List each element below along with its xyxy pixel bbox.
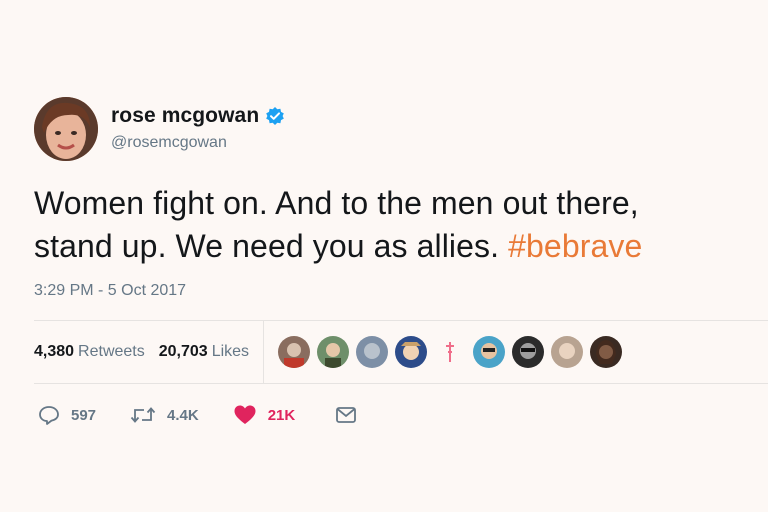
avatar[interactable] xyxy=(34,97,98,161)
tweet-header: rose mcgowan @rosemcgowan xyxy=(34,96,768,162)
tweet-text: Women fight on. And to the men out there… xyxy=(34,182,754,268)
display-name[interactable]: rose mcgowan xyxy=(111,104,259,128)
heart-icon xyxy=(233,404,257,426)
liker-avatar[interactable] xyxy=(512,336,545,368)
like-count: 21K xyxy=(267,406,296,424)
direct-message-button[interactable] xyxy=(335,404,357,426)
reply-button[interactable]: 597 xyxy=(38,404,96,426)
reply-count: 597 xyxy=(71,406,97,424)
liker-avatar[interactable] xyxy=(473,336,506,368)
tweet-text-line-1: Women fight on. And to the men out there… xyxy=(34,185,639,221)
engagement-stats: 4,380 Retweets 20,703 Likes xyxy=(34,321,768,383)
likes-count: 20,703 xyxy=(158,343,208,360)
user-handle[interactable]: @rosemcgowan xyxy=(111,134,285,152)
tweet-text-line-2-prefix: stand up. We need you as allies. xyxy=(34,228,509,264)
tweet-card: rose mcgowan @rosemcgowan Women fight on… xyxy=(34,96,768,446)
retweets-count: 4,380 xyxy=(34,343,75,360)
liker-avatars xyxy=(278,336,629,368)
tweet-text-line-2: stand up. We need you as allies. #bebrav… xyxy=(34,225,754,268)
reply-icon xyxy=(38,404,60,426)
mail-icon xyxy=(335,404,357,426)
liker-avatar[interactable] xyxy=(551,336,584,368)
stats-separator xyxy=(263,321,265,383)
liker-avatar[interactable] xyxy=(317,336,350,368)
like-button[interactable]: 21K xyxy=(233,404,296,426)
retweet-count: 4.4K xyxy=(167,406,199,424)
likes-stat[interactable]: 20,703 Likes xyxy=(159,343,249,361)
liker-avatar[interactable] xyxy=(278,336,311,368)
retweets-stat[interactable]: 4,380 Retweets xyxy=(34,343,145,361)
hashtag-link[interactable]: #bebrave xyxy=(508,228,642,264)
retweet-button[interactable]: 4.4K xyxy=(130,404,199,426)
liker-avatar[interactable] xyxy=(356,336,389,368)
likes-label: Likes xyxy=(211,343,250,360)
action-bar: 597 4.4K 21K xyxy=(34,384,768,446)
retweets-label: Retweets xyxy=(78,343,145,360)
verified-badge-icon xyxy=(265,106,285,126)
liker-avatar[interactable] xyxy=(434,336,467,368)
liker-avatar[interactable] xyxy=(395,336,428,368)
liker-avatar[interactable] xyxy=(590,336,623,368)
user-names: rose mcgowan @rosemcgowan xyxy=(111,104,285,152)
retweet-icon xyxy=(130,404,156,426)
tweet-timestamp[interactable]: 3:29 PM - 5 Oct 2017 xyxy=(34,282,768,300)
display-name-row: rose mcgowan xyxy=(111,104,285,128)
